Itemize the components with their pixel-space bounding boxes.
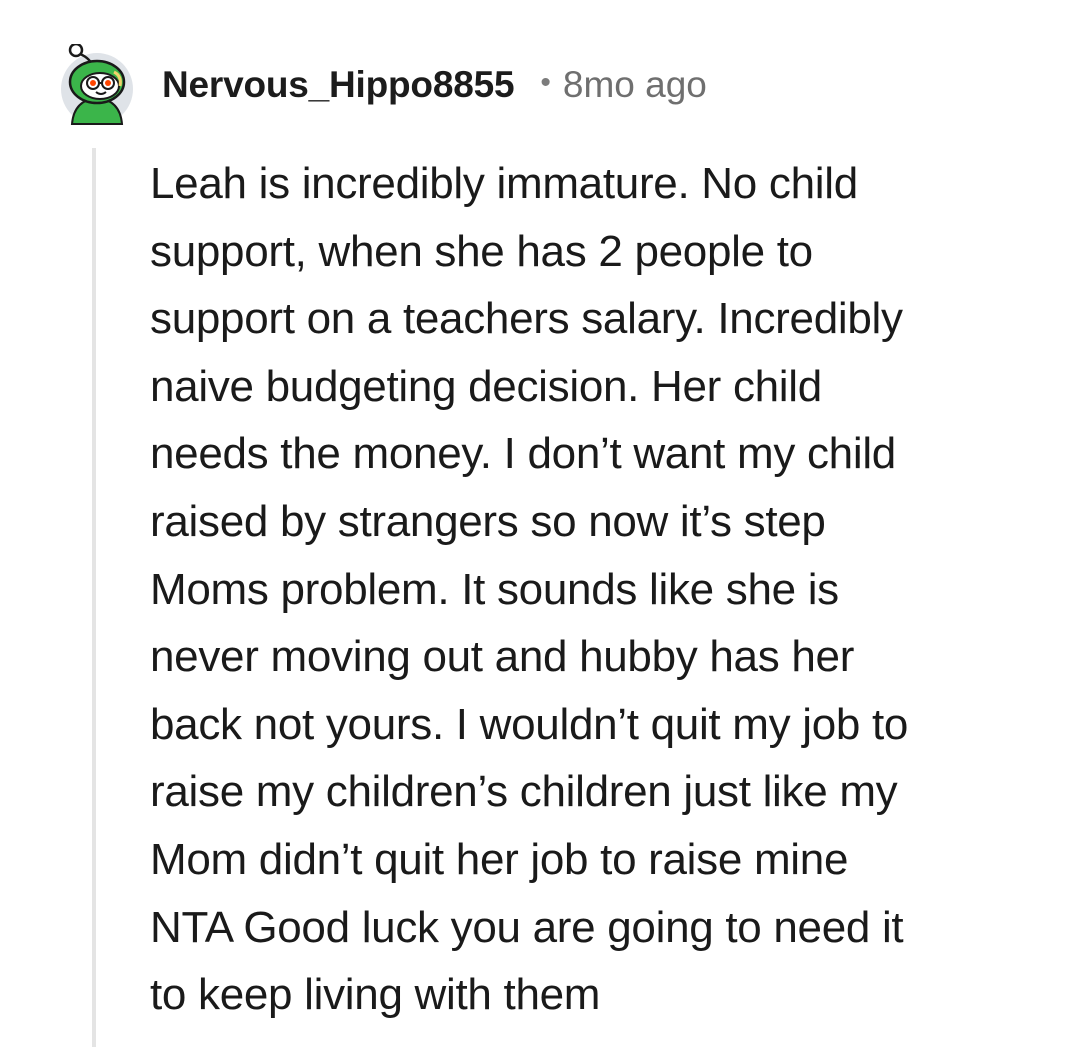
separator-dot: •: [540, 66, 551, 99]
comment-body-line: back not yours. I wouldn’t quit my job t…: [150, 699, 909, 749]
comment-body-line: naive budgeting decision. Her child: [150, 361, 822, 411]
snoo-avatar-icon[interactable]: [56, 44, 138, 126]
comment-header: Nervous_Hippo8855 • 8mo ago: [56, 42, 707, 128]
comment-body-line: NTA Good luck you are going to need it: [150, 902, 904, 952]
comment-body-line: raised by strangers so now it’s step: [150, 496, 826, 546]
comment-body-line: to keep living with them: [150, 970, 601, 1020]
comment-body-line: needs the money. I don’t want my child: [150, 429, 896, 479]
comment-body-line: Moms problem. It sounds like she is: [150, 564, 839, 614]
comment: Nervous_Hippo8855 • 8mo ago Leah is incr…: [0, 0, 1080, 1047]
comment-body-line: Mom didn’t quit her job to raise mine: [150, 834, 849, 884]
comment-body-line: Leah is incredibly immature. No child: [150, 159, 858, 208]
author-username[interactable]: Nervous_Hippo8855: [162, 64, 515, 106]
comment-timestamp: 8mo ago: [562, 64, 707, 105]
comment-body-line: never moving out and hubby has her: [150, 632, 855, 682]
comment-body-line: support on a teachers salary. Incredibly: [150, 294, 903, 344]
comment-body: Leah is incredibly immature. No child su…: [150, 150, 1030, 1029]
comment-body-line: raise my children’s children just like m…: [150, 767, 898, 817]
comment-body-line: support, when she has 2 people to: [150, 226, 813, 276]
thread-line[interactable]: [92, 148, 96, 1047]
